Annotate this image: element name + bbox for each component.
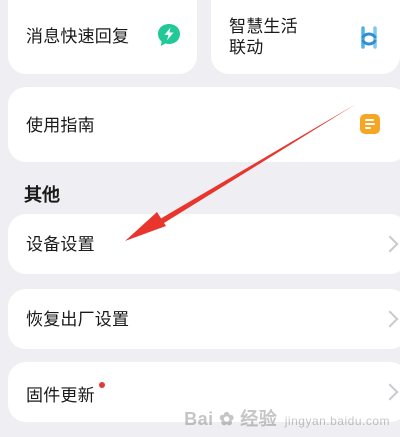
firmware-update-label: 固件更新: [26, 382, 105, 406]
watermark-text: Bai: [184, 409, 214, 429]
settings-page: 消息快速回复 智慧生活 联动 使用指南 其他 设备设置 恢复出厂设置 固件更新 …: [0, 0, 400, 437]
chevron-right-icon: [381, 310, 399, 328]
usage-guide-label: 使用指南: [26, 116, 95, 135]
smart-life-label-line1: 智慧生活: [229, 17, 298, 36]
paw-icon: ✿: [219, 409, 235, 429]
factory-reset-item[interactable]: 恢复出厂设置: [8, 289, 400, 349]
device-settings-label: 设备设置: [26, 235, 95, 254]
chevron-right-icon: [381, 383, 399, 401]
quick-reply-card[interactable]: 消息快速回复: [8, 0, 197, 74]
smart-life-card[interactable]: 智慧生活 联动: [211, 0, 400, 74]
watermark-text2: 经验: [240, 409, 278, 429]
baidu-watermark: Bai ✿ 经验 jingyan.baidu.com: [184, 405, 390, 431]
smart-life-label-line2: 联动: [229, 38, 264, 57]
factory-reset-label: 恢复出厂设置: [26, 310, 130, 329]
device-settings-item[interactable]: 设备设置: [8, 214, 400, 274]
document-icon: [359, 113, 381, 135]
chevron-right-icon: [381, 235, 399, 253]
section-title-other: 其他: [24, 185, 60, 205]
update-badge-dot: [98, 382, 105, 388]
quick-reply-label: 消息快速回复: [26, 27, 130, 46]
usage-guide-card[interactable]: 使用指南: [8, 87, 400, 162]
watermark-url: jingyan.baidu.com: [284, 414, 390, 428]
lightning-bubble-icon: [156, 22, 182, 48]
firmware-update-text: 固件更新: [26, 385, 95, 405]
smart-life-link-icon: [356, 25, 382, 51]
